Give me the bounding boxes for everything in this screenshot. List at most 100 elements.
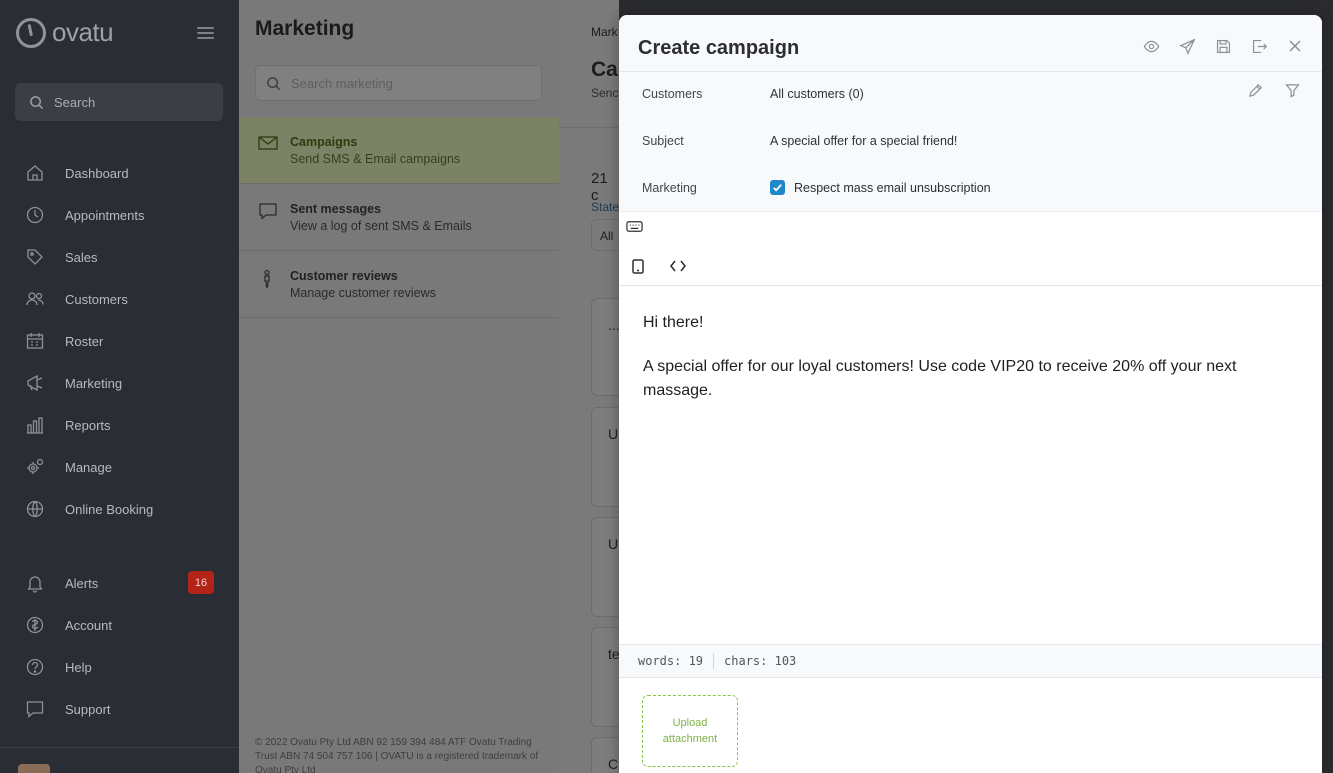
marketing-item-title: Customer reviews bbox=[290, 269, 398, 283]
campaign-card[interactable]: U bbox=[591, 407, 619, 507]
sidebar-item-manage[interactable]: Manage bbox=[0, 446, 239, 488]
modal-title: Create campaign bbox=[638, 37, 800, 59]
sidebar-item-label: Marketing bbox=[65, 375, 123, 391]
sidebar-item-label: Dashboard bbox=[65, 165, 129, 181]
sidebar-item-sales[interactable]: Sales bbox=[0, 236, 239, 278]
word-count: words: 19 bbox=[638, 654, 704, 668]
sidebar-item-label: Account bbox=[65, 617, 112, 633]
marketing-item-campaigns[interactable]: Campaigns Send SMS & Email campaigns bbox=[239, 117, 559, 184]
modal-header: Create campaign bbox=[619, 15, 1322, 72]
campaign-card[interactable]: U bbox=[591, 517, 619, 617]
campaign-count: 21 c bbox=[591, 170, 608, 204]
upload-attachment-button[interactable]: Upload attachment bbox=[642, 695, 738, 767]
sidebar-divider bbox=[0, 747, 239, 748]
status-divider bbox=[713, 653, 715, 669]
editor-toolbar-top bbox=[619, 212, 1322, 246]
editor-toolbar-bottom bbox=[619, 248, 1322, 286]
marketing-item-subtitle: View a log of sent SMS & Emails bbox=[290, 219, 472, 233]
sidebar-item-roster[interactable]: Roster bbox=[0, 320, 239, 362]
save-icon[interactable] bbox=[1214, 37, 1232, 55]
eye-icon[interactable] bbox=[1142, 37, 1160, 55]
upload-label: attachment bbox=[662, 733, 718, 745]
email-body-editor[interactable]: Hi there! A special offer for our loyal … bbox=[643, 311, 1283, 423]
marketing-item-subtitle: Manage customer reviews bbox=[290, 286, 436, 300]
campaign-card[interactable]: ... bbox=[591, 298, 619, 396]
unsubscription-checkbox-label[interactable]: Respect mass email unsubscription bbox=[794, 181, 991, 195]
keyboard-icon[interactable] bbox=[623, 215, 645, 237]
editor-status-bar: words: 19 chars: 103 bbox=[619, 644, 1322, 678]
bar-chart-icon bbox=[25, 415, 45, 435]
sidebar-item-dashboard[interactable]: Dashboard bbox=[0, 152, 239, 194]
sidebar-item-reports[interactable]: Reports bbox=[0, 404, 239, 446]
sidebar-item-support[interactable]: Support bbox=[0, 688, 239, 730]
marketing-item-title: Campaigns bbox=[290, 135, 358, 149]
close-icon[interactable] bbox=[1286, 37, 1304, 55]
logo[interactable]: ovatu bbox=[16, 17, 114, 48]
person-icon bbox=[258, 269, 278, 289]
unsubscription-checkbox[interactable] bbox=[770, 180, 785, 195]
globe-gear-icon bbox=[25, 499, 45, 519]
sidebar-item-label: Help bbox=[65, 659, 92, 675]
create-campaign-modal: Create campaign Customers All customers … bbox=[619, 15, 1322, 773]
marketing-item-title: Sent messages bbox=[290, 202, 382, 216]
sidebar-item-account[interactable]: Account bbox=[0, 604, 239, 646]
campaign-form: Customers All customers (0) Subject A sp… bbox=[619, 72, 1322, 212]
sidebar-bottom-nav: Alerts 16 Account Help Support bbox=[0, 562, 239, 730]
state-filter-label: State bbox=[591, 200, 619, 214]
sidebar-search[interactable]: Search bbox=[15, 83, 223, 121]
subject-label: Subject bbox=[642, 134, 684, 148]
subject-value[interactable]: A special offer for a special friend! bbox=[770, 134, 957, 148]
footer-copyright: © 2022 Ovatu Pty Ltd ABN 92 159 394 484 … bbox=[255, 737, 539, 773]
sidebar-item-label: Roster bbox=[65, 333, 104, 349]
sidebar-item-help[interactable]: Help bbox=[0, 646, 239, 688]
mobile-preview-icon[interactable] bbox=[627, 255, 649, 277]
customers-row: Customers All customers (0) bbox=[642, 87, 864, 101]
logo-icon bbox=[16, 17, 46, 48]
sidebar-item-label: Manage bbox=[65, 459, 112, 475]
avatar[interactable] bbox=[18, 764, 50, 773]
marketing-label: Marketing bbox=[642, 180, 697, 195]
customers-actions bbox=[1248, 83, 1300, 103]
sidebar-item-alerts[interactable]: Alerts 16 bbox=[0, 562, 239, 604]
gears-icon bbox=[25, 457, 45, 477]
sidebar-item-customers[interactable]: Customers bbox=[0, 278, 239, 320]
upload-label: Upload bbox=[672, 717, 708, 729]
code-view-icon[interactable] bbox=[667, 255, 689, 277]
customers-label: Customers bbox=[642, 87, 703, 101]
marketing-item-customer-reviews[interactable]: Customer reviews Manage customer reviews bbox=[239, 251, 559, 318]
char-count: chars: 103 bbox=[724, 654, 797, 668]
marketing-item-subtitle: Send SMS & Email campaigns bbox=[290, 152, 461, 166]
page-title: Marketing bbox=[255, 17, 355, 40]
sidebar-item-label: Support bbox=[65, 701, 111, 717]
sidebar-item-appointments[interactable]: Appointments bbox=[0, 194, 239, 236]
campaign-card[interactable]: C bbox=[591, 737, 619, 773]
sidebar-item-label: Sales bbox=[65, 249, 98, 265]
help-icon bbox=[25, 657, 45, 677]
clock-icon bbox=[25, 205, 45, 225]
marketing-item-sent-messages[interactable]: Sent messages View a log of sent SMS & E… bbox=[239, 184, 559, 251]
modal-header-actions bbox=[1142, 37, 1304, 55]
sidebar-nav: Dashboard Appointments Sales Customers R… bbox=[0, 152, 239, 530]
menu-icon[interactable] bbox=[197, 27, 214, 39]
email-body-paragraph: Hi there! bbox=[643, 314, 704, 331]
pencil-icon[interactable] bbox=[1248, 83, 1263, 103]
customers-value: All customers (0) bbox=[770, 87, 864, 101]
send-icon[interactable] bbox=[1178, 37, 1196, 55]
marketing-row: Marketing Respect mass email unsubscript… bbox=[642, 180, 991, 195]
content-heading: Ca bbox=[591, 58, 618, 81]
campaign-card[interactable]: te bbox=[591, 627, 619, 727]
calendar-icon bbox=[25, 331, 45, 351]
alerts-count-badge: 16 bbox=[188, 571, 214, 594]
marketing-search-input[interactable]: Search marketing bbox=[255, 65, 542, 101]
exit-icon[interactable] bbox=[1250, 37, 1268, 55]
users-icon bbox=[25, 289, 45, 309]
filter-icon[interactable] bbox=[1285, 83, 1300, 103]
home-icon bbox=[25, 163, 45, 183]
chat-icon bbox=[25, 699, 45, 719]
sidebar-item-online-booking[interactable]: Online Booking bbox=[0, 488, 239, 530]
sidebar-item-marketing[interactable]: Marketing bbox=[0, 362, 239, 404]
logo-text: ovatu bbox=[52, 17, 114, 47]
marketing-nav-list: Campaigns Send SMS & Email campaigns Sen… bbox=[239, 117, 559, 318]
content-subheading: Senc bbox=[591, 86, 619, 100]
state-filter-select[interactable]: All bbox=[591, 219, 619, 251]
